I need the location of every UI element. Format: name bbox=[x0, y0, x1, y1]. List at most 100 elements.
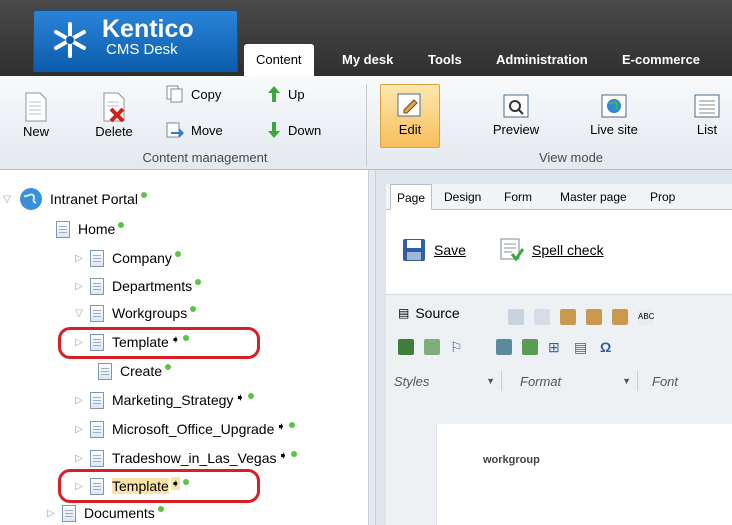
tab-form[interactable]: Form bbox=[504, 184, 532, 210]
document-text: workgroup bbox=[483, 454, 540, 466]
tree-node-microsoft-office-upgrade[interactable]: ▷ Microsoft_Office_Upgrade ➧ bbox=[72, 418, 295, 440]
save-button[interactable]: Save bbox=[402, 238, 466, 262]
font-select[interactable]: Font bbox=[652, 371, 732, 391]
special-char-icon[interactable]: Ω bbox=[600, 339, 616, 355]
spellcheck-abc-icon[interactable]: ABC bbox=[638, 309, 654, 325]
up-label: Up bbox=[288, 86, 305, 102]
main-toolbar: New Delete Copy Move Up Down Content man… bbox=[0, 76, 732, 170]
tab-my-desk[interactable]: My desk bbox=[342, 44, 393, 76]
page-icon bbox=[62, 504, 76, 522]
format-value: Format bbox=[520, 373, 562, 389]
live-site-button[interactable]: Live site bbox=[582, 92, 646, 137]
tab-e-commerce[interactable]: E-commerce bbox=[622, 44, 700, 76]
up-button[interactable]: Up bbox=[266, 84, 305, 104]
cut-icon[interactable] bbox=[508, 309, 524, 325]
spell-check-label: Spell check bbox=[532, 242, 604, 258]
insert-media-icon[interactable] bbox=[424, 339, 440, 355]
move-button[interactable]: Move bbox=[165, 120, 223, 140]
tab-administration[interactable]: Administration bbox=[496, 44, 588, 76]
status-dot bbox=[190, 306, 197, 312]
tree-node-home[interactable]: Home bbox=[52, 218, 125, 240]
expand-arrow-icon[interactable]: ▷ bbox=[72, 281, 86, 292]
status-dot bbox=[140, 192, 147, 198]
tree-node-marketing-strategy[interactable]: ▷ Marketing_Strategy ➧ bbox=[72, 389, 254, 411]
linked-doc-icon: ➧ bbox=[235, 391, 245, 404]
new-button[interactable]: New bbox=[18, 92, 54, 139]
tree-node-tradeshow[interactable]: ▷ Tradeshow_in_Las_Vegas ➧ bbox=[72, 447, 297, 469]
insert-image-icon[interactable] bbox=[398, 339, 414, 355]
tree-label: Company bbox=[112, 250, 172, 266]
source-button[interactable]: ▤ Source bbox=[398, 305, 460, 321]
tree-node-departments[interactable]: ▷ Departments bbox=[72, 275, 202, 297]
expand-arrow-icon[interactable]: ▷ bbox=[72, 253, 86, 264]
tab-tools[interactable]: Tools bbox=[428, 44, 462, 76]
collapse-arrow-icon[interactable]: ▽ bbox=[0, 194, 14, 205]
tree-label: Departments bbox=[112, 278, 193, 294]
source-icon: ▤ bbox=[398, 306, 410, 320]
preview-button[interactable]: Preview bbox=[486, 92, 546, 137]
site-globe-icon bbox=[20, 188, 42, 210]
edit-button[interactable]: Edit bbox=[384, 92, 436, 137]
delete-document-icon bbox=[103, 92, 125, 122]
expand-arrow-icon[interactable]: ▷ bbox=[72, 453, 86, 464]
flag-anchor-icon[interactable]: ⚐ bbox=[450, 339, 466, 355]
editor-pane: Page Design Form Master page Prop Save S… bbox=[376, 170, 732, 525]
paste-text-icon[interactable] bbox=[586, 309, 602, 325]
copy-button[interactable]: Copy bbox=[165, 84, 221, 104]
copy-icon[interactable] bbox=[534, 309, 550, 325]
page-tabs: Page Design Form Master page Prop bbox=[386, 184, 732, 210]
globe-icon bbox=[601, 94, 627, 118]
edit-label: Edit bbox=[398, 122, 422, 137]
collapse-arrow-icon[interactable]: ▽ bbox=[72, 308, 86, 319]
list-button[interactable]: List bbox=[690, 92, 724, 137]
tree-node-root[interactable]: ▽ Intranet Portal bbox=[0, 188, 147, 210]
delete-label: Delete bbox=[95, 124, 133, 139]
tab-page[interactable]: Page bbox=[390, 184, 433, 210]
tab-master-page[interactable]: Master page bbox=[560, 184, 627, 210]
down-button[interactable]: Down bbox=[266, 120, 321, 140]
source-label: Source bbox=[415, 305, 460, 321]
chevron-down-icon: ▼ bbox=[622, 376, 631, 386]
tree-node-documents[interactable]: ▷ Documents bbox=[44, 502, 164, 524]
document-area[interactable]: workgroup bbox=[436, 424, 732, 525]
highlight-annotation bbox=[58, 327, 260, 359]
tree-node-create[interactable]: Create bbox=[94, 360, 172, 382]
page-icon bbox=[90, 449, 104, 467]
floppy-disk-icon bbox=[403, 239, 425, 261]
tab-design[interactable]: Design bbox=[444, 184, 481, 210]
tab-content[interactable]: Content bbox=[244, 44, 314, 76]
insert-inline-icon[interactable] bbox=[522, 339, 538, 355]
horizontal-rule-icon[interactable]: ▤ bbox=[574, 339, 590, 355]
linked-doc-icon: ➧ bbox=[276, 420, 286, 433]
page-icon bbox=[90, 277, 104, 295]
chevron-down-icon: ▼ bbox=[486, 376, 495, 386]
status-dot bbox=[165, 364, 172, 370]
tab-properties[interactable]: Prop bbox=[650, 184, 675, 210]
kentico-logo[interactable]: Kentico CMS Desk bbox=[33, 10, 238, 72]
expand-arrow-icon[interactable]: ▷ bbox=[72, 395, 86, 406]
expand-arrow-icon[interactable]: ▷ bbox=[72, 424, 86, 435]
expand-arrow-icon[interactable]: ▷ bbox=[44, 508, 58, 519]
tree-label: Marketing_Strategy bbox=[112, 392, 234, 408]
tree-label: Documents bbox=[84, 505, 155, 521]
toolbar-separator bbox=[366, 84, 367, 166]
spell-check-button[interactable]: Spell check bbox=[500, 238, 604, 262]
tree-node-workgroups[interactable]: ▽ Workgroups bbox=[72, 302, 197, 324]
content-tree: ▽ Intranet Portal Home ▷ Company ▷ Depar… bbox=[0, 170, 368, 525]
delete-button[interactable]: Delete bbox=[90, 92, 138, 139]
tree-node-company[interactable]: ▷ Company bbox=[74, 247, 181, 269]
save-label: Save bbox=[434, 242, 466, 258]
linked-doc-icon: ➧ bbox=[278, 449, 288, 462]
move-icon bbox=[166, 122, 184, 138]
pane-splitter[interactable] bbox=[368, 170, 376, 525]
page-icon bbox=[90, 391, 104, 409]
paste-icon[interactable] bbox=[560, 309, 576, 325]
live-site-label: Live site bbox=[590, 122, 638, 137]
styles-select[interactable]: Styles ▼ bbox=[394, 371, 502, 391]
format-select[interactable]: Format ▼ bbox=[520, 371, 638, 391]
table-icon[interactable]: ⊞ bbox=[548, 339, 564, 355]
copy-label: Copy bbox=[191, 86, 222, 102]
tree-label: Home bbox=[78, 221, 116, 237]
insert-widget-icon[interactable] bbox=[496, 339, 512, 355]
paste-word-icon[interactable] bbox=[612, 309, 628, 325]
